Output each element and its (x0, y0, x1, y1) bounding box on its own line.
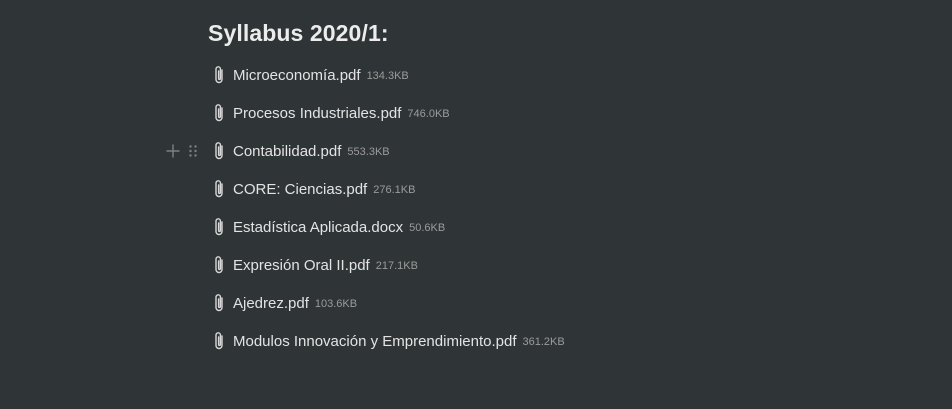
file-row: Estadística Aplicada.docx 50.6KB (0, 208, 952, 246)
paperclip-icon (210, 330, 227, 352)
file-row: Contabilidad.pdf 553.3KB (0, 132, 952, 170)
paperclip-icon (210, 292, 227, 314)
file-size: 276.1KB (373, 184, 416, 196)
block-controls (164, 140, 202, 162)
paperclip-icon (210, 254, 227, 276)
file-attachment-link[interactable]: Estadística Aplicada.docx 50.6KB (208, 208, 445, 246)
file-row: Microeconomía.pdf 134.3KB (0, 56, 952, 94)
file-size: 103.6KB (314, 298, 358, 310)
file-attachment-link[interactable]: CORE: Ciencias.pdf 276.1KB (208, 170, 415, 208)
file-name: Modulos Innovación y Emprendimiento.pdf (233, 332, 517, 350)
file-size: 134.3KB (366, 70, 409, 82)
file-name: Estadística Aplicada.docx (233, 218, 404, 236)
file-attachment-link[interactable]: Contabilidad.pdf 553.3KB (208, 132, 390, 170)
file-size: 217.1KB (375, 260, 418, 272)
file-name: Microeconomía.pdf (233, 66, 361, 84)
paperclip-icon (210, 216, 227, 238)
file-row: CORE: Ciencias.pdf 276.1KB (0, 170, 952, 208)
file-size: 50.6KB (409, 222, 446, 234)
file-attachment-link[interactable]: Modulos Innovación y Emprendimiento.pdf … (208, 322, 565, 360)
drag-handle-icon[interactable] (184, 140, 202, 162)
file-size: 553.3KB (347, 146, 390, 158)
plus-icon[interactable] (164, 140, 182, 162)
file-row: Procesos Industriales.pdf 746.0KB (0, 94, 952, 132)
page-heading: Syllabus 2020/1: (208, 20, 389, 46)
notion-page: Syllabus 2020/1: Microeconomía.pdf 134.3… (0, 0, 952, 409)
file-name: CORE: Ciencias.pdf (233, 180, 368, 198)
file-row: Modulos Innovación y Emprendimiento.pdf … (0, 322, 952, 360)
paperclip-icon (210, 102, 227, 124)
file-size: 746.0KB (407, 108, 450, 120)
paperclip-icon (210, 64, 227, 86)
file-row: Expresión Oral II.pdf 217.1KB (0, 246, 952, 284)
file-attachment-link[interactable]: Microeconomía.pdf 134.3KB (208, 56, 409, 94)
file-list: Microeconomía.pdf 134.3KB Procesos Indus… (0, 56, 952, 360)
file-attachment-link[interactable]: Procesos Industriales.pdf 746.0KB (208, 94, 450, 132)
file-name: Procesos Industriales.pdf (233, 104, 402, 122)
file-name: Ajedrez.pdf (233, 294, 309, 312)
file-name: Contabilidad.pdf (233, 142, 342, 160)
file-attachment-link[interactable]: Ajedrez.pdf 103.6KB (208, 284, 357, 322)
paperclip-icon (210, 140, 227, 162)
file-row: Ajedrez.pdf 103.6KB (0, 284, 952, 322)
file-name: Expresión Oral II.pdf (233, 256, 370, 274)
paperclip-icon (210, 178, 227, 200)
file-size: 361.2KB (522, 336, 565, 348)
file-attachment-link[interactable]: Expresión Oral II.pdf 217.1KB (208, 246, 418, 284)
